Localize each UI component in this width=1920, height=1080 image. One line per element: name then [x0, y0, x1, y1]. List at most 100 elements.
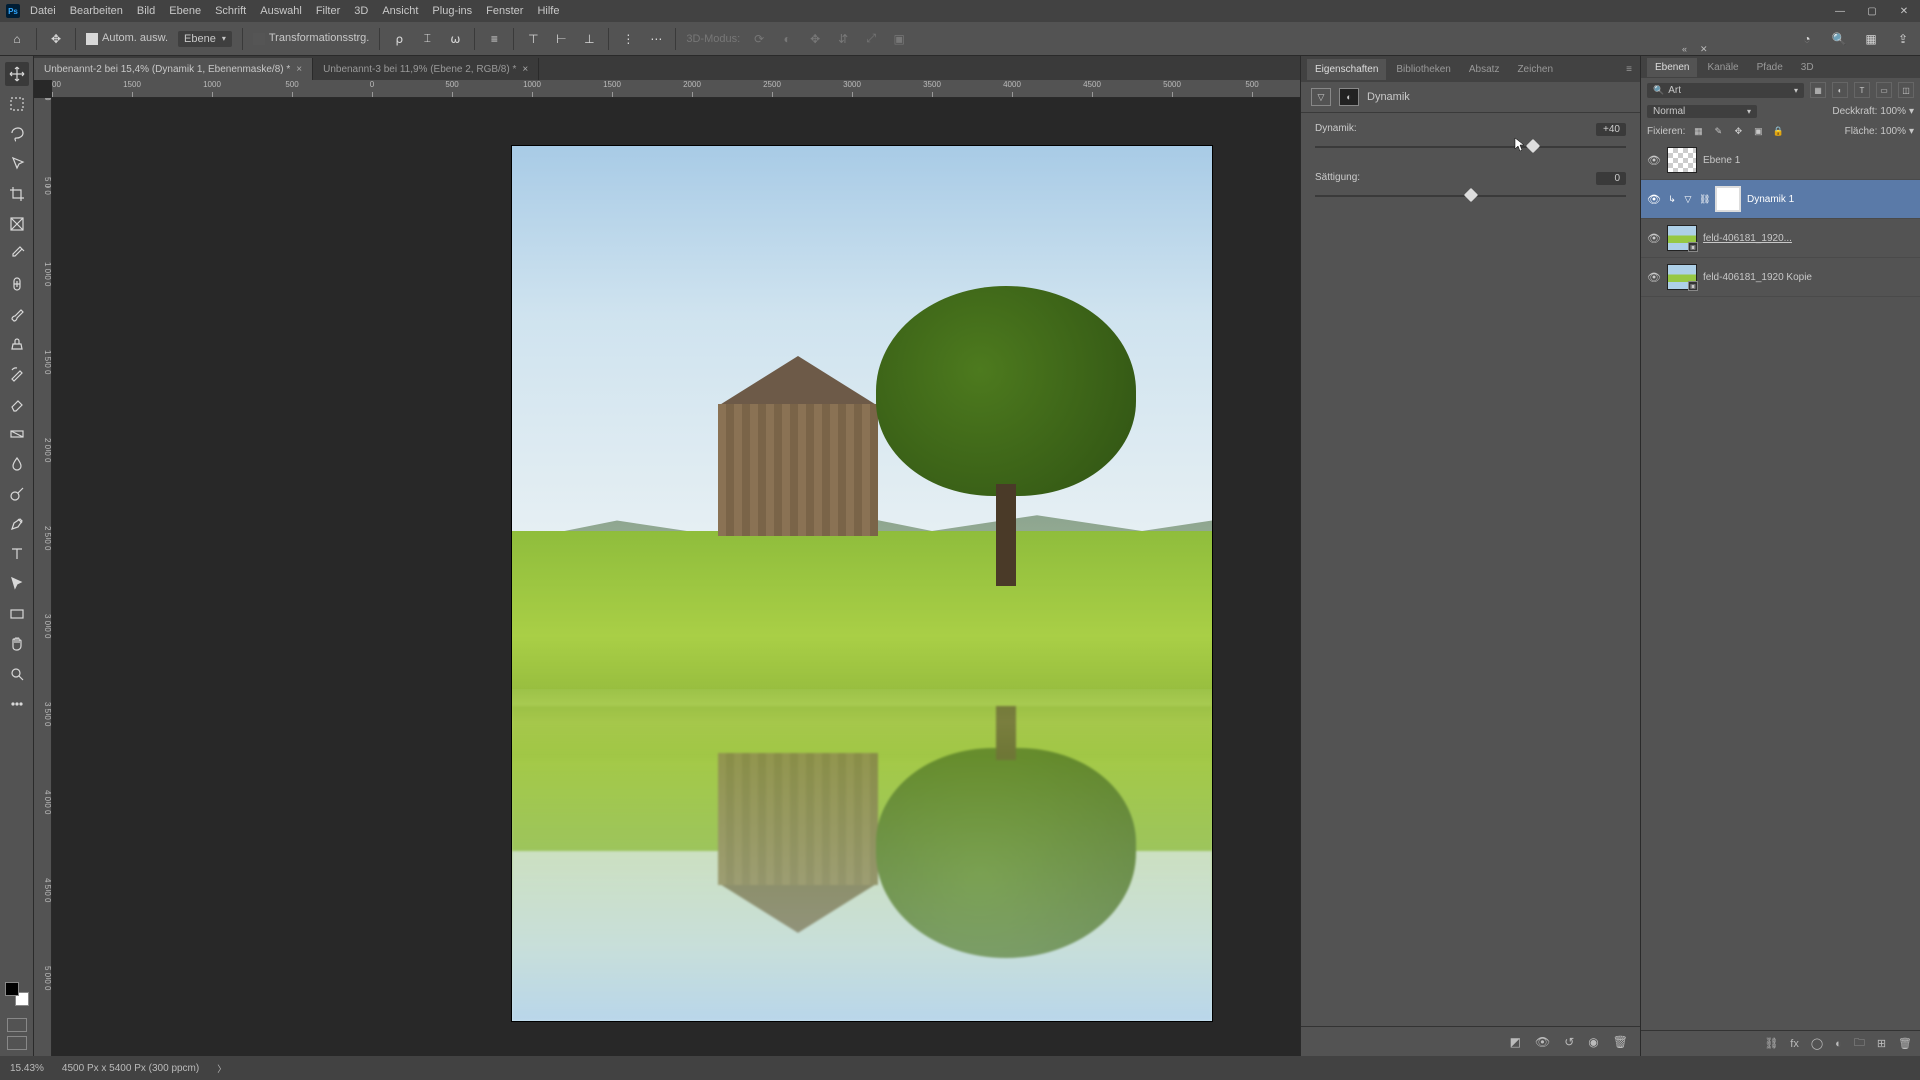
tab-3d[interactable]: 3D	[1793, 58, 1822, 77]
menu-item[interactable]: Bild	[137, 5, 155, 17]
zoom-tool[interactable]	[5, 662, 29, 686]
crop-tool[interactable]	[5, 182, 29, 206]
frame-tool[interactable]	[5, 212, 29, 236]
eyedropper-tool[interactable]	[5, 242, 29, 266]
expand-icon[interactable]: ▽	[1683, 194, 1693, 205]
transform-controls-checkbox[interactable]: Transformationsstrg.	[253, 32, 369, 44]
menu-item[interactable]: Datei	[30, 5, 56, 17]
visibility-toggle-icon[interactable]: 👁	[1647, 232, 1661, 245]
layer-row[interactable]: 👁 Ebene 1	[1641, 141, 1920, 180]
rectangle-tool[interactable]	[5, 602, 29, 626]
chevron-down-icon[interactable]: ▾	[1909, 126, 1914, 137]
clip-to-layer-icon[interactable]: ◩	[1510, 1035, 1521, 1049]
layer-thumbnail[interactable]	[1667, 147, 1697, 173]
vibrance-value[interactable]: +40	[1596, 123, 1626, 136]
tab-channels[interactable]: Kanäle	[1699, 58, 1746, 77]
layer-mask-thumbnail[interactable]	[1715, 186, 1741, 212]
visibility-toggle-icon[interactable]: 👁	[1647, 193, 1661, 206]
layer-row[interactable]: 👁 ↳ ▽ ⛓ Dynamik 1	[1641, 180, 1920, 219]
share-icon[interactable]: ⇪	[1894, 30, 1912, 48]
menu-item[interactable]: Ansicht	[382, 5, 418, 17]
zoom-level[interactable]: 15.43%	[10, 1063, 44, 1074]
dodge-tool[interactable]	[5, 482, 29, 506]
panel-menu-icon[interactable]: ≡	[1618, 59, 1640, 80]
menu-item[interactable]: 3D	[354, 5, 368, 17]
menu-item[interactable]: Plug-ins	[432, 5, 472, 17]
ruler-horizontal[interactable]: 2000150010005000500100015002000250030003…	[52, 80, 1300, 98]
tab-paths[interactable]: Pfade	[1749, 58, 1791, 77]
align-center-h-icon[interactable]: ⌶	[418, 30, 436, 48]
menu-item[interactable]: Hilfe	[537, 5, 559, 17]
menu-item[interactable]: Filter	[316, 5, 340, 17]
minimize-button[interactable]: —	[1824, 0, 1856, 22]
lock-pixels-icon[interactable]: ✎	[1711, 124, 1725, 138]
align-center-v-icon[interactable]: ⊢	[552, 30, 570, 48]
lock-all-icon[interactable]: 🔒	[1771, 124, 1785, 138]
view-previous-icon[interactable]: 👁	[1535, 1035, 1550, 1049]
gradient-tool[interactable]	[5, 422, 29, 446]
delete-layer-icon[interactable]: 🗑	[1898, 1037, 1912, 1050]
brush-tool[interactable]	[5, 302, 29, 326]
visibility-toggle-icon[interactable]: 👁	[1647, 154, 1661, 167]
toggle-visibility-icon[interactable]: ◉	[1588, 1035, 1598, 1049]
chevron-down-icon[interactable]: ▾	[1909, 106, 1914, 117]
search-icon[interactable]: 🔍	[1830, 30, 1848, 48]
layer-style-icon[interactable]: fx	[1790, 1038, 1799, 1050]
healing-brush-tool[interactable]	[5, 272, 29, 296]
delete-adjustment-icon[interactable]: 🗑	[1613, 1035, 1628, 1049]
marquee-tool[interactable]	[5, 92, 29, 116]
canvas[interactable]	[52, 98, 1300, 1056]
filter-adjust-icon[interactable]: ◐	[1832, 82, 1848, 98]
menu-item[interactable]: Schrift	[215, 5, 246, 17]
layer-row[interactable]: 👁 ▣ feld-406181_1920...	[1641, 219, 1920, 258]
lock-transparent-icon[interactable]: ▦	[1691, 124, 1705, 138]
new-group-icon[interactable]: 🗀	[1854, 1034, 1865, 1053]
panel-close-icon[interactable]: ✕	[1700, 44, 1712, 56]
add-mask-icon[interactable]: ◯	[1811, 1037, 1823, 1050]
move-tool[interactable]	[5, 62, 29, 86]
opacity-value[interactable]: 100%	[1880, 106, 1906, 117]
tab-properties[interactable]: Eigenschaften	[1307, 59, 1386, 80]
eraser-tool[interactable]	[5, 392, 29, 416]
move-tool-icon[interactable]: ✥	[47, 30, 65, 48]
layer-thumbnail[interactable]: ▣	[1667, 225, 1697, 251]
home-icon[interactable]: ⌂	[8, 30, 26, 48]
link-icon[interactable]: ⛓	[1699, 194, 1709, 205]
screenmode-toggle[interactable]	[7, 1036, 27, 1050]
auto-select-target-dropdown[interactable]: Ebene	[178, 31, 232, 47]
layer-filter-dropdown[interactable]: Art	[1647, 83, 1804, 98]
document-tab[interactable]: Unbenannt-2 bei 15,4% (Dynamik 1, Ebenen…	[34, 58, 313, 80]
edit-toolbar-icon[interactable]	[5, 692, 29, 716]
tab-paragraph[interactable]: Absatz	[1461, 59, 1508, 80]
visibility-toggle-icon[interactable]: 👁	[1647, 271, 1661, 284]
auto-select-checkbox[interactable]: Autom. ausw.	[86, 32, 168, 44]
menu-item[interactable]: Auswahl	[260, 5, 302, 17]
distribute-v-icon[interactable]: ⋮	[619, 30, 637, 48]
arrange-docs-icon[interactable]: ▦	[1862, 30, 1880, 48]
history-brush-tool[interactable]	[5, 362, 29, 386]
document-tab[interactable]: Unbenannt-3 bei 11,9% (Ebene 2, RGB/8) *…	[313, 58, 539, 80]
tab-libraries[interactable]: Bibliotheken	[1388, 59, 1458, 80]
layer-row[interactable]: 👁 ▣ feld-406181_1920 Kopie	[1641, 258, 1920, 297]
new-adjustment-icon[interactable]: ◐	[1835, 1038, 1842, 1050]
new-layer-icon[interactable]: ⊞	[1877, 1037, 1886, 1050]
align-left-icon[interactable]: ⍴	[390, 30, 408, 48]
layer-thumbnail[interactable]: ▣	[1667, 264, 1697, 290]
tab-character[interactable]: Zeichen	[1509, 59, 1561, 80]
align-right-icon[interactable]: ⍵	[446, 30, 464, 48]
fill-value[interactable]: 100%	[1880, 126, 1906, 137]
filter-shape-icon[interactable]: ▭	[1876, 82, 1892, 98]
filter-type-icon[interactable]: T	[1854, 82, 1870, 98]
panel-collapse-icon[interactable]: «	[1682, 44, 1694, 56]
more-align-icon[interactable]: ⋯	[647, 30, 665, 48]
close-button[interactable]: ✕	[1888, 0, 1920, 22]
cloud-docs-icon[interactable]: ◔	[1798, 30, 1816, 48]
clone-stamp-tool[interactable]	[5, 332, 29, 356]
saturation-slider[interactable]	[1315, 189, 1626, 203]
align-bottom-icon[interactable]: ⊥	[580, 30, 598, 48]
distribute-h-icon[interactable]: ≡	[485, 30, 503, 48]
saturation-value[interactable]: 0	[1596, 172, 1626, 185]
tab-layers[interactable]: Ebenen	[1647, 58, 1697, 77]
vibrance-slider[interactable]	[1315, 140, 1626, 154]
ruler-vertical[interactable]: 05 0 01 0 0 01 5 0 02 0 0 02 5 0 03 0 0 …	[34, 98, 52, 1056]
